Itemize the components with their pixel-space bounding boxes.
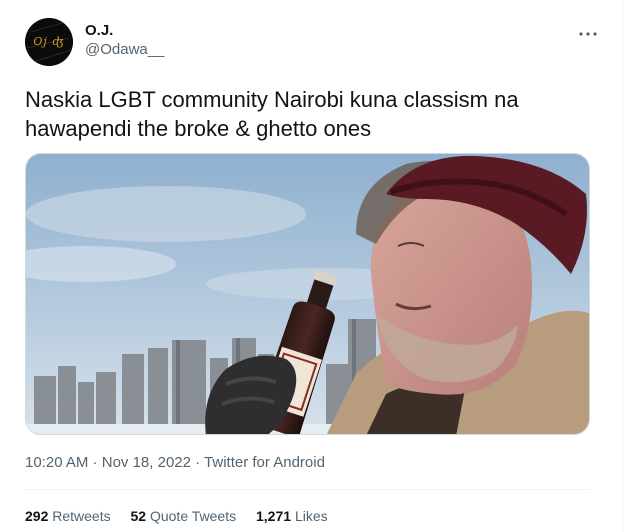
more-options-button[interactable]	[576, 24, 600, 44]
tweet-card: Oj ʤ O.J. @Odawa__ Naskia LGBT community…	[0, 0, 623, 532]
retweets-stat[interactable]: 292 Retweets	[25, 506, 111, 526]
tweet-text: Naskia LGBT community Nairobi kuna class…	[25, 87, 519, 141]
likes-label: Likes	[294, 508, 328, 524]
quote-tweets-label: Quote Tweets	[149, 508, 237, 524]
tweet-source: Twitter for Android	[204, 454, 325, 471]
likes-count: 1,271	[256, 508, 292, 524]
retweets-count: 292	[25, 508, 49, 524]
likes-stat[interactable]: 1,271 Likes	[256, 506, 328, 526]
tweet-photo[interactable]	[25, 153, 590, 435]
user-handle[interactable]: @Odawa__	[85, 40, 164, 60]
tweet-time[interactable]: 10:20 AM	[25, 454, 88, 471]
quote-tweets-stat[interactable]: 52 Quote Tweets	[131, 506, 237, 526]
tweet-meta: 10:20 AM · Nov 18, 2022 · Twitter for An…	[25, 453, 325, 473]
meta-separator: ·	[190, 454, 205, 471]
avatar[interactable]: Oj ʤ	[25, 18, 73, 66]
tweet-date[interactable]: Nov 18, 2022	[102, 454, 191, 471]
quote-tweets-count: 52	[130, 508, 147, 524]
avatar-monogram: Oj ʤ	[33, 35, 65, 48]
tweet-stats: 292 Retweets 52 Quote Tweets 1,271 Likes	[25, 506, 344, 526]
retweets-label: Retweets	[52, 508, 111, 524]
tweet-header: Oj ʤ O.J. @Odawa__	[25, 18, 600, 70]
display-name[interactable]: O.J.	[85, 22, 164, 40]
user-block: O.J. @Odawa__	[85, 22, 164, 60]
divider	[25, 489, 590, 490]
more-horizontal-icon	[579, 32, 597, 36]
photo-icon	[26, 154, 589, 434]
meta-separator: ·	[88, 454, 102, 471]
